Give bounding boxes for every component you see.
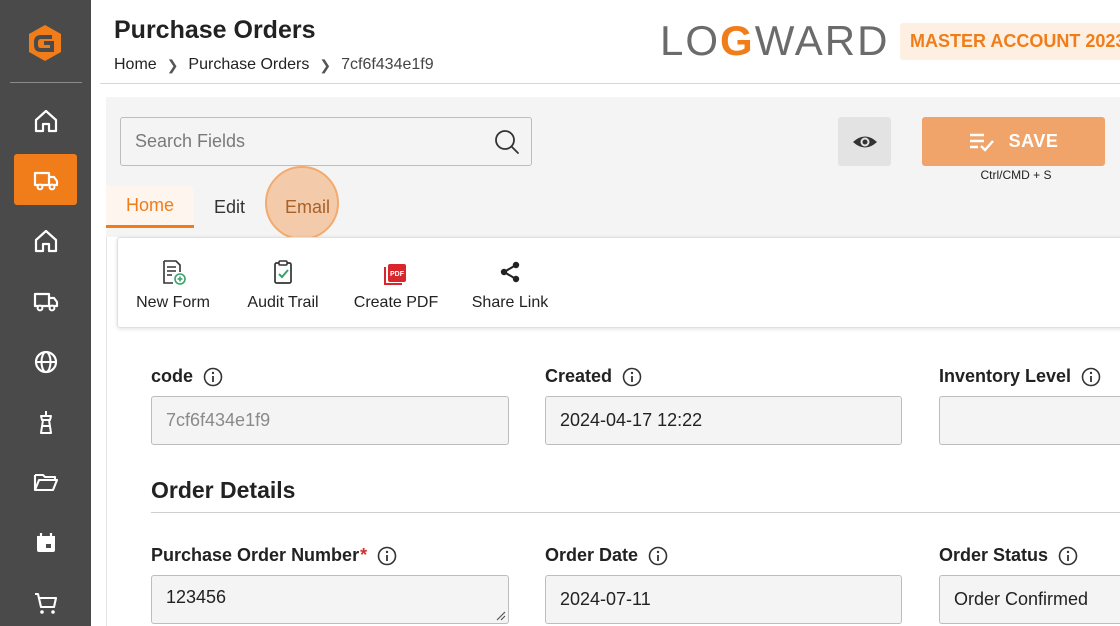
chevron-right-icon: ❯ (319, 56, 332, 73)
order-date-label: Order Date (545, 545, 668, 566)
new-form-label: New Form (136, 294, 210, 311)
new-form-icon (163, 260, 186, 285)
info-icon[interactable] (622, 367, 642, 387)
breadcrumb-home[interactable]: Home (114, 56, 157, 74)
share-link-button[interactable]: Share Link (472, 238, 548, 328)
truck-icon (33, 292, 58, 311)
audit-trail-label: Audit Trail (247, 294, 319, 311)
folder-icon (33, 473, 58, 491)
tab-edit[interactable]: Edit (194, 186, 265, 228)
preview-button[interactable] (838, 117, 891, 166)
inventory-level-label: Inventory Level (939, 366, 1101, 387)
action-bar: New Form Audit Trail PDF Create PDF Shar… (117, 237, 1120, 328)
chevron-right-icon: ❯ (166, 56, 179, 73)
sidebar-item-home-2[interactable] (14, 215, 77, 266)
resize-handle-icon[interactable] (496, 611, 506, 621)
section-title-order-details: Order Details (151, 477, 296, 503)
created-label: Created (545, 366, 642, 387)
info-icon[interactable] (1058, 546, 1078, 566)
code-field[interactable]: 7cf6f434e1f9 (151, 396, 509, 445)
breadcrumb: Home ❯ Purchase Orders ❯ 7cf6f434e1f9 (114, 56, 434, 74)
sidebar-item-transport[interactable] (14, 275, 77, 326)
sidebar-item-shipments[interactable] (14, 154, 77, 205)
audit-trail-button[interactable]: Audit Trail (247, 238, 319, 328)
sidebar-item-home[interactable] (14, 95, 77, 146)
po-number-textarea[interactable]: 123456 (151, 575, 509, 624)
create-pdf-label: Create PDF (353, 294, 439, 311)
eye-icon (852, 136, 877, 147)
po-number-label: Purchase Order Number * (151, 545, 397, 566)
code-label: code (151, 366, 223, 387)
tab-bar: Home Edit Email (106, 166, 350, 240)
search-icon[interactable] (493, 128, 521, 156)
brand-logo: LO G WARD (660, 17, 890, 64)
save-button[interactable]: SAVE (922, 117, 1105, 166)
breadcrumb-current: 7cf6f434e1f9 (341, 56, 434, 73)
save-button-label: SAVE (1008, 131, 1059, 151)
section-divider (151, 512, 1120, 513)
sidebar-item-global[interactable] (14, 336, 77, 387)
info-icon[interactable] (1081, 367, 1101, 387)
sidebar-item-documents[interactable] (14, 456, 77, 507)
info-icon[interactable] (377, 546, 397, 566)
save-list-check-icon (969, 133, 994, 152)
sidebar-item-calendar[interactable] (14, 517, 77, 568)
sidebar (0, 0, 91, 626)
new-form-button[interactable]: New Form (136, 238, 210, 328)
order-status-select[interactable]: Order Confirmed (939, 575, 1120, 624)
svg-text:PDF: PDF (390, 271, 405, 278)
inventory-level-field[interactable] (939, 396, 1120, 445)
brand-text-post: WARD (754, 17, 890, 64)
home-icon (34, 109, 57, 132)
brand-text-g: G (720, 17, 755, 64)
calendar-icon (36, 532, 55, 552)
order-date-field[interactable]: 2024-07-11 (545, 575, 902, 624)
info-icon[interactable] (203, 367, 223, 387)
port-tower-icon (39, 410, 52, 434)
header-divider (100, 83, 1120, 84)
search-field[interactable] (120, 117, 532, 166)
pdf-icon: PDF (384, 264, 406, 285)
home-icon (34, 229, 57, 252)
tab-home[interactable]: Home (106, 186, 195, 228)
search-input[interactable] (121, 131, 481, 152)
brand-text-pre: LO (660, 17, 721, 64)
tab-email[interactable]: Email (265, 166, 350, 240)
sidebar-divider (10, 82, 82, 83)
sidebar-item-orders[interactable] (14, 577, 77, 626)
globe-icon (34, 350, 57, 373)
account-badge[interactable]: MASTER ACCOUNT 2023 (900, 23, 1120, 60)
page-title: Purchase Orders (114, 16, 316, 44)
sidebar-item-port[interactable] (14, 396, 77, 447)
breadcrumb-purchase-orders[interactable]: Purchase Orders (188, 56, 309, 74)
required-mark: * (360, 545, 368, 565)
created-field[interactable]: 2024-04-17 12:22 (545, 396, 902, 445)
save-shortcut-hint: Ctrl/CMD + S (980, 168, 1052, 182)
truck-icon (33, 171, 58, 190)
order-status-label: Order Status (939, 545, 1078, 566)
logward-logo-icon[interactable] (24, 22, 66, 64)
create-pdf-button[interactable]: PDF Create PDF (353, 238, 439, 328)
clipboard-check-icon (274, 260, 292, 284)
share-icon (500, 261, 520, 283)
share-link-label: Share Link (471, 294, 549, 311)
info-icon[interactable] (648, 546, 668, 566)
cart-icon (34, 592, 57, 614)
